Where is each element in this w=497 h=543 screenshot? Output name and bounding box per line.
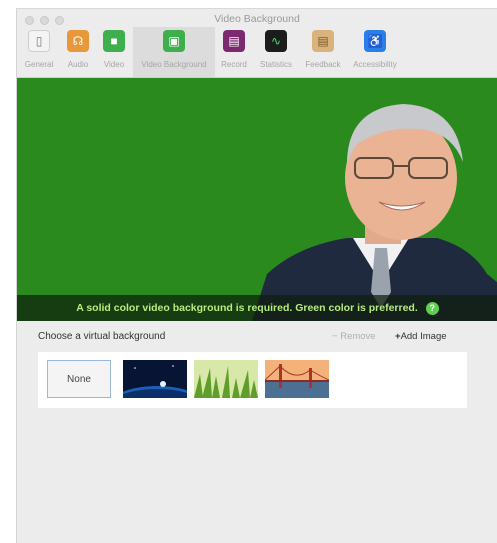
tab-general-label: General: [24, 60, 54, 69]
camera-icon: ■: [103, 30, 125, 52]
tab-statistics[interactable]: ∿ Statistics: [253, 27, 299, 77]
background-thumbnails: None: [38, 352, 467, 408]
remove-label: Remove: [340, 331, 376, 342]
window-title: Video Background: [214, 13, 300, 25]
add-image-button[interactable]: +Add Image: [395, 331, 447, 342]
tab-audio-label: Audio: [67, 60, 89, 69]
preferences-window: Video Background ▯ General ☊ Audio ■ Vid…: [16, 8, 497, 543]
tab-video-background[interactable]: ▣ Video Background: [133, 27, 215, 77]
person-silhouette: [252, 104, 497, 321]
tab-statistics-label: Statistics: [259, 60, 292, 69]
video-preview: A solid color video background is requir…: [17, 78, 497, 321]
preferences-toolbar: ▯ General ☊ Audio ■ Video ▣ Video Backgr…: [17, 27, 497, 77]
tab-accessibility-label: Accessibility: [353, 60, 397, 69]
tab-video-label: Video: [103, 60, 125, 69]
film-icon: ▤: [223, 30, 245, 52]
remove-button[interactable]: − Remove: [332, 331, 376, 342]
background-bridge-option[interactable]: [265, 360, 329, 398]
background-none-option[interactable]: None: [47, 360, 111, 398]
bridge-thumbnail-image: [265, 360, 329, 398]
tab-audio[interactable]: ☊ Audio: [61, 27, 95, 77]
tab-video-background-label: Video Background: [141, 60, 207, 69]
tab-accessibility[interactable]: ♿ Accessibility: [347, 27, 403, 77]
grass-thumbnail-image: [194, 360, 258, 398]
tab-record[interactable]: ▤ Record: [217, 27, 251, 77]
earth-thumbnail-image: [123, 360, 187, 398]
tab-general[interactable]: ▯ General: [19, 27, 59, 77]
pulse-icon: ∿: [265, 30, 287, 52]
tab-feedback-label: Feedback: [305, 60, 341, 69]
add-image-label: Add Image: [400, 331, 447, 342]
general-icon: ▯: [28, 30, 50, 52]
help-icon[interactable]: ?: [425, 301, 439, 315]
none-label: None: [67, 373, 91, 385]
background-earth-option[interactable]: [123, 360, 187, 398]
minus-icon: −: [332, 331, 338, 342]
tab-record-label: Record: [221, 60, 247, 69]
tab-feedback[interactable]: ▤ Feedback: [301, 27, 345, 77]
picture-icon: ▣: [163, 30, 185, 52]
clipboard-icon: ▤: [312, 30, 334, 52]
choose-background-label: Choose a virtual background: [38, 331, 166, 342]
banner-text: A solid color video background is requir…: [76, 302, 418, 314]
headphones-icon: ☊: [67, 30, 89, 52]
accessibility-icon: ♿: [364, 30, 386, 52]
background-grass-option[interactable]: [194, 360, 258, 398]
tab-video[interactable]: ■ Video: [97, 27, 131, 77]
green-screen-banner: A solid color video background is requir…: [17, 295, 497, 321]
